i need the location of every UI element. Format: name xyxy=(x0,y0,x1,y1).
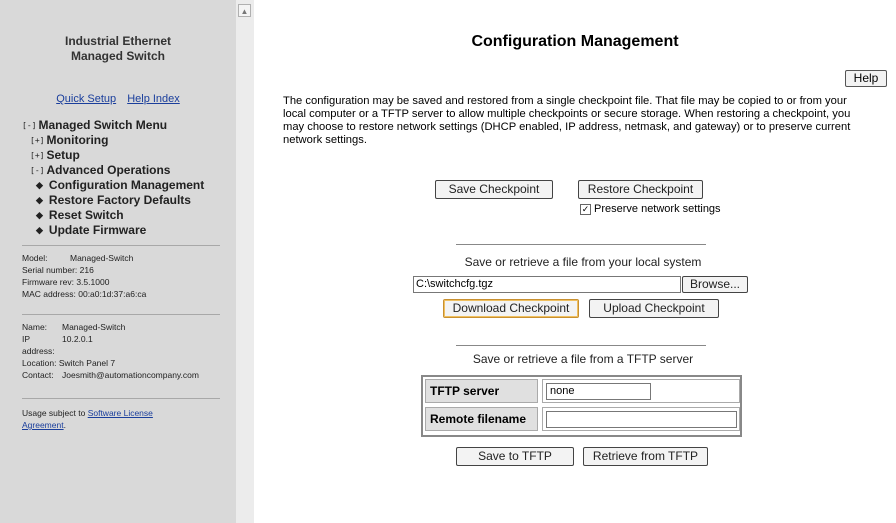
menu-item-label: Configuration Management xyxy=(48,178,205,192)
license-prefix: Usage subject to xyxy=(22,408,88,418)
preserve-network-setting[interactable]: ✓ Preserve network settings xyxy=(580,203,721,215)
help-index-link[interactable]: Help Index xyxy=(127,93,180,105)
tftp-server-label: TFTP server xyxy=(425,379,538,403)
collapse-toggle[interactable]: [-] xyxy=(22,121,36,130)
menu-item-monitoring-label: Monitoring xyxy=(46,133,109,147)
name-label: Name: xyxy=(22,322,48,332)
serial-label: Serial number: xyxy=(22,265,78,275)
tftp-server-row: TFTP server none xyxy=(425,379,740,405)
license-link[interactable]: Software License xyxy=(88,408,153,418)
firmware-label: Firmware rev: xyxy=(22,277,74,287)
browse-button[interactable]: Browse... xyxy=(682,276,748,293)
expand-toggle[interactable]: [+] xyxy=(30,136,44,145)
expand-toggle[interactable]: [+] xyxy=(30,151,44,160)
menu-item-advanced-label: Advanced Operations xyxy=(46,163,171,177)
product-title-line2: Managed Switch xyxy=(70,49,165,63)
upload-checkpoint-button[interactable]: Upload Checkpoint xyxy=(589,299,719,318)
section-divider xyxy=(456,244,706,245)
product-title-line1: Industrial Ethernet xyxy=(64,34,171,48)
menu-item-configuration-management[interactable]: ◆ Configuration Management xyxy=(22,178,204,193)
license-suffix: . xyxy=(63,420,66,430)
tftp-section-caption: Save or retrieve a file from a TFTP serv… xyxy=(472,352,694,366)
menu-item-monitoring[interactable]: [+] Monitoring xyxy=(22,133,204,148)
ip-label: IP xyxy=(22,334,31,344)
download-checkpoint-button[interactable]: Download Checkpoint xyxy=(443,299,579,318)
local-section-caption: Save or retrieve a file from your local … xyxy=(464,255,702,269)
tftp-server-input[interactable]: none xyxy=(546,383,651,400)
section-divider xyxy=(456,345,706,346)
tftp-server-cell: none xyxy=(542,379,740,403)
preserve-network-label: Preserve network settings xyxy=(594,203,721,215)
remote-filename-cell xyxy=(542,407,740,431)
page-description: The configuration may be saved and resto… xyxy=(283,95,851,146)
bullet-icon: ◆ xyxy=(36,225,43,235)
ip-label-cont: address: xyxy=(22,346,55,356)
license-link-cont[interactable]: Agreement xyxy=(22,420,64,430)
model-value: Managed-Switch xyxy=(70,253,134,263)
mac-value: 00:a0:1d:37:a6:ca xyxy=(78,289,147,299)
menu-item-reset-switch[interactable]: ◆ Reset Switch xyxy=(22,208,204,223)
site-info: Name: Managed-Switch IP 10.2.0.1 address: … xyxy=(22,321,199,381)
divider xyxy=(22,314,220,315)
product-title: Industrial Ethernet Managed Switch xyxy=(0,34,236,64)
divider xyxy=(22,398,220,399)
contact-value: Joesmith@automationcompany.com xyxy=(62,370,199,380)
serial-value: 216 xyxy=(79,265,94,275)
ip-value: 10.2.0.1 xyxy=(62,334,93,344)
menu-item-label: Update Firmware xyxy=(48,223,147,237)
quick-setup-link[interactable]: Quick Setup xyxy=(56,93,116,105)
save-checkpoint-button[interactable]: Save Checkpoint xyxy=(435,180,553,199)
restore-checkpoint-button[interactable]: Restore Checkpoint xyxy=(578,180,703,199)
device-info: Model: Managed-Switch Serial number: 216 … xyxy=(22,252,146,300)
menu-item-setup-label: Setup xyxy=(46,148,80,162)
contact-label: Contact: xyxy=(22,370,54,380)
bullet-icon: ◆ xyxy=(36,195,43,205)
save-to-tftp-button[interactable]: Save to TFTP xyxy=(456,447,574,466)
menu-root[interactable]: [-] Managed Switch Menu xyxy=(22,118,204,133)
name-value: Managed-Switch xyxy=(62,322,126,332)
help-button[interactable]: Help xyxy=(845,70,887,87)
retrieve-from-tftp-button[interactable]: Retrieve from TFTP xyxy=(583,447,708,466)
bullet-icon: ◆ xyxy=(36,180,43,190)
page-title: Configuration Management xyxy=(471,33,679,50)
menu-item-setup[interactable]: [+] Setup xyxy=(22,148,204,163)
menu-item-update-firmware[interactable]: ◆ Update Firmware xyxy=(22,223,204,238)
mac-label: MAC address: xyxy=(22,289,76,299)
menu-item-restore-defaults[interactable]: ◆ Restore Factory Defaults xyxy=(22,193,204,208)
menu-item-advanced[interactable]: [-] Advanced Operations xyxy=(22,163,204,178)
preserve-network-checkbox[interactable]: ✓ xyxy=(580,203,591,215)
bullet-icon: ◆ xyxy=(36,210,43,220)
quick-links: Quick Setup Help Index xyxy=(0,93,236,105)
menu-item-label: Restore Factory Defaults xyxy=(48,193,191,207)
location-label: Location: xyxy=(22,358,57,368)
remote-filename-row: Remote filename xyxy=(425,407,740,433)
remote-filename-label: Remote filename xyxy=(425,407,538,431)
file-path-input[interactable]: C:\switchcfg.tgz xyxy=(413,276,681,293)
tftp-table: TFTP server none Remote filename xyxy=(421,375,742,437)
firmware-value: 3.5.1000 xyxy=(76,277,110,287)
remote-filename-input[interactable] xyxy=(546,411,737,428)
sidebar: Industrial Ethernet Managed Switch Quick… xyxy=(0,0,236,523)
sidebar-scrollbar[interactable]: ▲ xyxy=(236,0,254,523)
license-note: Usage subject to Software License Agreem… xyxy=(22,407,153,431)
menu-root-label: Managed Switch Menu xyxy=(38,118,168,132)
model-label: Model: xyxy=(22,253,48,263)
scroll-up-arrow-icon[interactable]: ▲ xyxy=(238,4,251,17)
menu-item-label: Reset Switch xyxy=(48,208,124,222)
nav-menu: [-] Managed Switch Menu [+] Monitoring [+]… xyxy=(22,118,204,238)
collapse-toggle[interactable]: [-] xyxy=(30,166,44,175)
location-value: Switch Panel 7 xyxy=(58,358,116,368)
divider xyxy=(22,245,220,246)
